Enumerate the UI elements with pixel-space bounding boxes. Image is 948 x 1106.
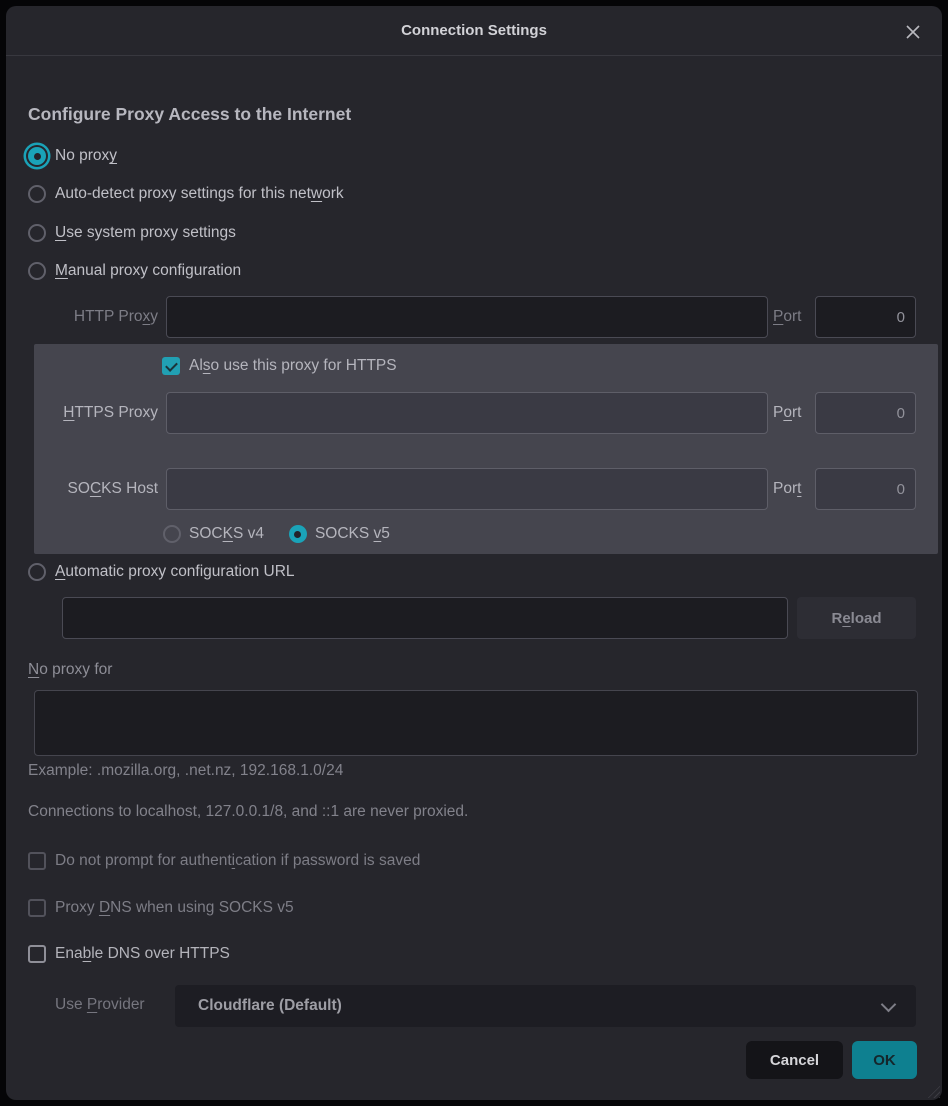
reload-label: Reload: [831, 610, 881, 627]
checkbox-label: Enable DNS over HTTPS: [55, 945, 230, 963]
reload-button[interactable]: Reload: [797, 597, 916, 639]
radio-auto-detect[interactable]: Auto-detect proxy settings for this netw…: [28, 181, 344, 207]
http-port-label: Port: [773, 296, 815, 338]
checkbox-icon: [28, 852, 46, 870]
radio-socks-v4[interactable]: SOCKS v4: [163, 525, 264, 543]
radio-label: Use system proxy settings: [55, 224, 236, 242]
checkbox-icon: [28, 899, 46, 917]
radio-icon: [28, 185, 46, 203]
localhost-note: Connections to localhost, 127.0.0.1/8, a…: [28, 803, 468, 821]
cancel-button[interactable]: Cancel: [746, 1041, 843, 1079]
socks-port-input[interactable]: [815, 468, 916, 510]
https-proxy-label: HTTPS Proxy: [0, 392, 158, 434]
radio-no-proxy[interactable]: No proxy: [28, 143, 117, 169]
radio-label: SOCKS v5: [315, 525, 390, 543]
socks-version-radios: SOCKS v4 SOCKS v5: [163, 523, 390, 545]
radio-icon: [163, 525, 181, 543]
title-bar: Connection Settings: [6, 6, 942, 56]
http-port-input[interactable]: [815, 296, 916, 338]
checkbox-label: Also use this proxy for HTTPS: [189, 357, 397, 375]
checkbox-proxy-dns-socks5[interactable]: Proxy DNS when using SOCKS v5: [28, 897, 294, 919]
radio-manual-proxy[interactable]: Manual proxy configuration: [28, 258, 241, 284]
radio-icon: [28, 262, 46, 280]
close-icon: [904, 23, 922, 41]
checkbox-label: Proxy DNS when using SOCKS v5: [55, 899, 294, 917]
radio-label: SOCKS v4: [189, 525, 264, 543]
ok-button[interactable]: OK: [852, 1041, 917, 1079]
checkbox-icon: [28, 945, 46, 963]
radio-icon: [289, 525, 307, 543]
http-proxy-label: HTTP Proxy: [0, 296, 158, 338]
radio-label: Manual proxy configuration: [55, 262, 241, 280]
checkbox-share-proxy-https[interactable]: Also use this proxy for HTTPS: [162, 355, 397, 377]
radio-system-proxy[interactable]: Use system proxy settings: [28, 220, 236, 246]
example-text: Example: .mozilla.org, .net.nz, 192.168.…: [28, 762, 343, 780]
checkbox-label: Do not prompt for authentication if pass…: [55, 852, 420, 870]
radio-socks-v5[interactable]: SOCKS v5: [289, 525, 390, 543]
close-button[interactable]: [900, 19, 926, 45]
http-proxy-input[interactable]: [166, 296, 768, 338]
use-provider-label: Use Provider: [55, 996, 145, 1014]
socks-host-input[interactable]: [166, 468, 768, 510]
page-title: Configure Proxy Access to the Internet: [28, 104, 351, 125]
radio-icon: [28, 563, 46, 581]
cancel-label: Cancel: [770, 1052, 819, 1069]
checkbox-checked-icon: [162, 357, 180, 375]
connection-settings-dialog: Connection Settings Configure Proxy Acce…: [0, 0, 948, 1106]
socks-port-label: Port: [773, 468, 815, 510]
radio-icon: [28, 147, 46, 165]
chevron-down-icon: [881, 997, 897, 1013]
https-port-input[interactable]: [815, 392, 916, 434]
no-proxy-for-textarea[interactable]: [34, 690, 918, 756]
https-port-label: Port: [773, 392, 815, 434]
auto-config-url-input[interactable]: [62, 597, 788, 639]
provider-selected-value: Cloudflare (Default): [198, 985, 342, 1027]
checkbox-enable-doh[interactable]: Enable DNS over HTTPS: [28, 943, 230, 965]
radio-label: Auto-detect proxy settings for this netw…: [55, 185, 344, 203]
radio-icon: [28, 224, 46, 242]
https-proxy-input[interactable]: [166, 392, 768, 434]
radio-label: No proxy: [55, 147, 117, 165]
ok-label: OK: [873, 1052, 896, 1069]
socks-host-label: SOCKS Host: [0, 468, 158, 510]
radio-auto-config-url[interactable]: Automatic proxy configuration URL: [28, 559, 295, 585]
radio-label: Automatic proxy configuration URL: [55, 563, 295, 581]
no-proxy-for-label: No proxy for: [28, 661, 112, 679]
provider-dropdown[interactable]: Cloudflare (Default): [175, 985, 916, 1027]
checkbox-no-prompt-auth[interactable]: Do not prompt for authentication if pass…: [28, 850, 420, 872]
dialog-title: Connection Settings: [6, 6, 942, 55]
